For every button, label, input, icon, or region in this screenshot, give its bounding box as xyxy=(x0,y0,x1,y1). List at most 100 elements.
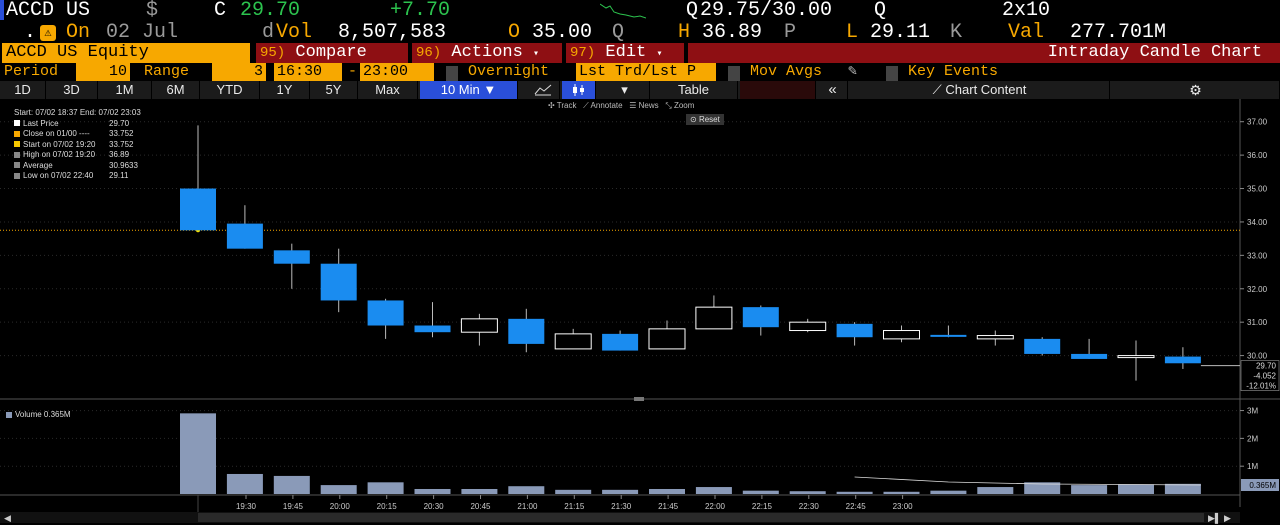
value-label: Val xyxy=(1008,21,1045,44)
x-tick-label: 22:00 xyxy=(705,502,726,511)
open-suffix: Q xyxy=(612,21,625,44)
candle-body xyxy=(508,318,545,344)
quote-detail-bar: . ⚠ On 02 Jul d Vol 8,507,583 O 35.00 Q … xyxy=(0,22,1280,44)
volume-bar xyxy=(602,489,639,494)
period-input[interactable]: 10 xyxy=(76,63,130,81)
actions-button[interactable]: 96) Actions ▾ xyxy=(412,43,562,63)
quote-bar: ACCD US $ C 29.70 +7.70 Q 29.75/30.00 Q … xyxy=(0,0,1280,22)
edit-number: 97) xyxy=(570,45,596,61)
annotate-tool[interactable]: ⟋ Annotate xyxy=(583,101,622,110)
legend-range: Start: 07/02 18:37 End: 07/02 23:03 xyxy=(14,108,141,117)
legend-swatch xyxy=(14,141,20,148)
annotate-label: Annotate xyxy=(590,101,623,110)
y-tick-label: 32.00 xyxy=(1247,285,1268,294)
candle-body xyxy=(554,333,592,350)
candle-chart-icon[interactable] xyxy=(562,81,596,99)
tab-1m[interactable]: 1M xyxy=(98,81,152,99)
candle-body xyxy=(460,318,498,333)
legend-row: Average 30.9633 xyxy=(14,161,141,172)
candle-chart[interactable]: 37.00 36.00 35.00 34.00 33.00 32.00 31.00 30.00… xyxy=(0,99,1280,525)
zoom-tool[interactable]: ⤡ Zoom xyxy=(665,101,694,110)
volume-legend: Volume 0.365M xyxy=(6,410,71,421)
x-tick-label: 21:45 xyxy=(658,502,679,511)
volume-bar xyxy=(555,489,592,494)
volume-bar xyxy=(695,487,732,494)
chart-area[interactable]: 37.00 36.00 35.00 34.00 33.00 32.00 31.00 30.00… xyxy=(0,99,1280,525)
tab-5y[interactable]: 5Y xyxy=(310,81,358,99)
bid-ask: 29.75/30.00 xyxy=(700,0,833,22)
pencil-icon[interactable]: ✎ xyxy=(848,63,857,81)
volume-bar xyxy=(977,487,1014,494)
last-change-label: -4.052 xyxy=(1253,372,1276,381)
bid-ask-size: 2x10 xyxy=(1002,0,1051,22)
scroll-left-icon: ◀ xyxy=(4,513,11,523)
candle-body xyxy=(1117,355,1155,359)
tab-ytd[interactable]: YTD xyxy=(200,81,260,99)
interval-select[interactable]: 10 Min ▼ xyxy=(420,81,518,99)
tab-6m[interactable]: 6M xyxy=(152,81,200,99)
legend-swatch xyxy=(14,172,20,179)
track-label: Track xyxy=(556,101,577,110)
x-tick-label: 19:30 xyxy=(236,502,257,511)
candle-body xyxy=(789,321,827,332)
table-button[interactable]: Table xyxy=(650,81,738,99)
chart-type-dropdown-icon[interactable]: ▾ xyxy=(600,81,650,99)
candle-body xyxy=(742,307,779,328)
line-chart-icon[interactable] xyxy=(526,81,560,99)
chart-content-button[interactable]: ⟋ Chart Content xyxy=(850,81,1110,99)
low-label: L xyxy=(846,21,859,44)
tab-1y[interactable]: 1Y xyxy=(260,81,310,99)
x-tick-label: 20:45 xyxy=(470,502,491,511)
legend-swatch xyxy=(14,120,20,127)
collapse-icon[interactable]: « xyxy=(818,81,848,99)
gear-icon[interactable]: ⚙ xyxy=(1112,81,1280,99)
mov-avgs-label: Mov Avgs xyxy=(750,63,823,80)
close-price: 29.70 xyxy=(240,0,301,22)
legend-row: Close on 01/00 ---- 33.752 xyxy=(14,129,141,140)
tab-3d[interactable]: 3D xyxy=(46,81,98,99)
volume-bar xyxy=(367,482,404,494)
x-tick-label: 20:15 xyxy=(377,502,398,511)
news-tool[interactable]: ☰ News xyxy=(629,101,658,110)
reset-icon: ⊙ xyxy=(690,115,699,124)
legend-label: Close on 01/00 ---- xyxy=(23,129,90,138)
volume-bar xyxy=(1118,484,1154,494)
edit-button[interactable]: 97) Edit ▾ xyxy=(566,43,684,63)
tab-1d[interactable]: 1D xyxy=(0,81,46,99)
ticker[interactable]: ACCD US xyxy=(6,0,90,22)
track-tool[interactable]: ✣ Track xyxy=(548,101,576,110)
y-tick-label: 35.00 xyxy=(1247,185,1268,194)
legend-swatch xyxy=(14,151,20,158)
y-tick-label: 36.00 xyxy=(1247,151,1268,160)
quote-date: 02 Jul xyxy=(106,21,179,44)
empty-field[interactable] xyxy=(740,81,816,99)
tab-max[interactable]: Max xyxy=(358,81,418,99)
volume-bar xyxy=(789,491,826,494)
candle-body xyxy=(883,330,920,340)
reset-button[interactable]: ⊙ Reset xyxy=(686,114,724,125)
currency-icon: $ xyxy=(146,0,159,22)
price-type-select[interactable]: Lst Trd/Lst P xyxy=(576,63,716,81)
time-dash: - xyxy=(348,63,358,80)
date-suffix: d xyxy=(262,21,275,44)
overnight-label: Overnight xyxy=(468,63,550,80)
security-field[interactable]: ACCD US Equity xyxy=(2,43,250,63)
chart-content-icon: ⟋ xyxy=(932,82,946,97)
volume-bar xyxy=(273,475,310,494)
bid-prefix: Q xyxy=(686,0,699,22)
legend-swatch xyxy=(14,162,20,169)
volume-bar xyxy=(1164,483,1201,494)
chevron-down-icon: ▾ xyxy=(533,49,540,60)
volume-value: 8,507,583 xyxy=(338,21,447,44)
low-value: 29.11 xyxy=(870,21,931,44)
x-tick-label: 21:30 xyxy=(611,502,632,511)
end-time-input[interactable]: 23:00 xyxy=(360,63,434,81)
range-input[interactable]: 3 xyxy=(212,63,266,81)
scrollbar-thumb xyxy=(198,513,1204,522)
candle-body xyxy=(180,188,216,231)
start-time-input[interactable]: 16:30 xyxy=(274,63,342,81)
volume-bar xyxy=(836,491,873,494)
alert-icon[interactable]: ⚠ xyxy=(40,25,56,41)
candle-body xyxy=(367,300,404,326)
compare-button[interactable]: 95) Compare xyxy=(256,43,408,63)
